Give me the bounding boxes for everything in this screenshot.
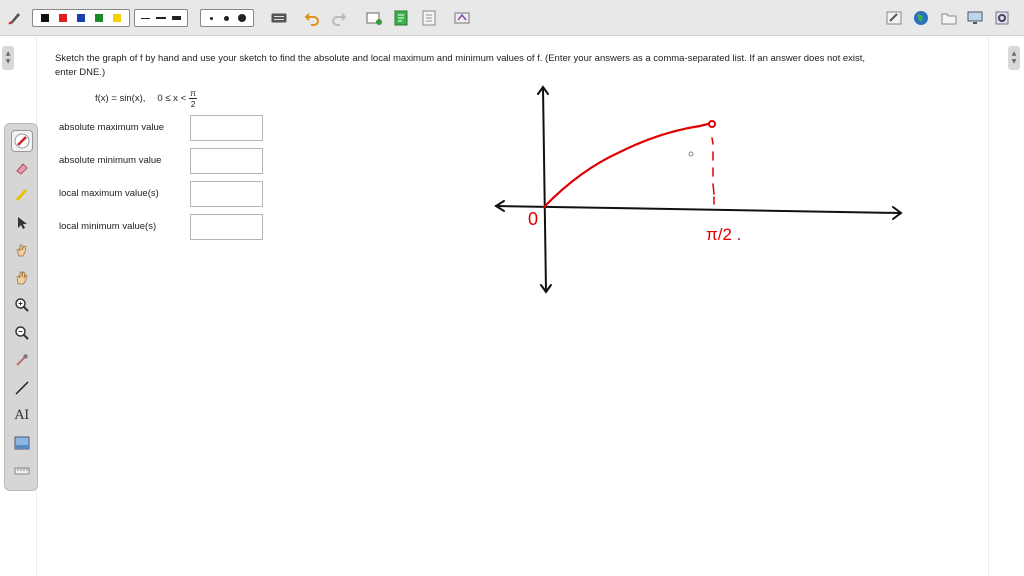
folder-icon[interactable] bbox=[940, 9, 958, 27]
zoom-in-tool-icon[interactable] bbox=[11, 294, 33, 316]
dot-size-group bbox=[200, 9, 254, 27]
top-toolbar bbox=[0, 0, 1024, 36]
eraser-tool-icon[interactable] bbox=[11, 157, 33, 179]
absolute-max-label: absolute maximum value bbox=[59, 122, 165, 133]
answer-row-local-min: local minimum value(s) bbox=[59, 214, 269, 240]
dot-large[interactable] bbox=[238, 14, 246, 22]
line-weight-group bbox=[134, 9, 188, 27]
pi-over-two-label: π/2 . bbox=[706, 225, 741, 244]
answer-row-absolute-min: absolute minimum value bbox=[59, 148, 269, 174]
dashed-drop-line bbox=[711, 137, 715, 205]
color-black[interactable] bbox=[41, 14, 49, 22]
tool-palette: AI bbox=[4, 123, 38, 491]
add-page-icon[interactable] bbox=[365, 9, 383, 27]
absolute-min-label: absolute minimum value bbox=[59, 155, 162, 166]
image-tool-icon[interactable] bbox=[11, 432, 33, 454]
local-max-label: local maximum value(s) bbox=[59, 188, 159, 199]
answer-row-local-max: local maximum value(s) bbox=[59, 181, 269, 207]
redo-icon[interactable] bbox=[330, 9, 348, 27]
color-swatches bbox=[32, 9, 130, 27]
left-scroll-arrows[interactable]: ▲ ▼ bbox=[2, 46, 14, 70]
text-tool-label: AI bbox=[14, 407, 30, 423]
line-thin[interactable] bbox=[141, 17, 151, 19]
function-definition: f(x) = sin(x), 0 ≤ x < π 2 bbox=[95, 88, 197, 109]
keyboard-icon[interactable] bbox=[270, 9, 288, 27]
zoom-out-tool-icon[interactable] bbox=[11, 322, 33, 344]
color-red[interactable] bbox=[59, 14, 67, 22]
text-tool-icon[interactable]: AI bbox=[11, 404, 33, 426]
local-max-input[interactable] bbox=[190, 181, 263, 207]
local-min-label: local minimum value(s) bbox=[59, 221, 157, 232]
pointer-tool-icon[interactable] bbox=[11, 212, 33, 234]
origin-label: 0 bbox=[528, 209, 538, 229]
line-medium[interactable] bbox=[156, 17, 166, 19]
pi-over-two-fraction: π 2 bbox=[189, 88, 197, 109]
open-endpoint bbox=[708, 120, 716, 128]
green-page-icon[interactable] bbox=[392, 9, 410, 27]
eyedropper-tool-icon[interactable] bbox=[11, 349, 33, 371]
function-expression: f(x) = sin(x), bbox=[95, 93, 146, 104]
line-tool-icon[interactable] bbox=[11, 377, 33, 399]
undo-icon[interactable] bbox=[303, 9, 321, 27]
line-thick[interactable] bbox=[171, 16, 181, 20]
color-yellow[interactable] bbox=[113, 14, 121, 22]
highlighter-tool-icon[interactable] bbox=[11, 184, 33, 206]
question-text: Sketch the graph of f by hand and use yo… bbox=[55, 53, 866, 78]
pen-tool-icon[interactable] bbox=[11, 130, 33, 152]
fraction-numerator: π bbox=[189, 88, 197, 99]
clear-icon[interactable] bbox=[453, 9, 471, 27]
edit-icon[interactable] bbox=[885, 9, 903, 27]
monitor-icon[interactable] bbox=[966, 9, 984, 27]
y-axis bbox=[542, 87, 547, 292]
pan-tool-icon[interactable] bbox=[11, 267, 33, 289]
absolute-min-input[interactable] bbox=[190, 148, 263, 174]
document-icon[interactable] bbox=[420, 9, 438, 27]
fraction-denominator: 2 bbox=[190, 99, 196, 109]
color-blue[interactable] bbox=[77, 14, 85, 22]
hand-select-tool-icon[interactable] bbox=[11, 239, 33, 261]
function-domain: 0 ≤ x < bbox=[157, 93, 187, 104]
dot-medium[interactable] bbox=[224, 15, 229, 21]
x-axis bbox=[495, 205, 901, 214]
dot-small[interactable] bbox=[210, 16, 213, 20]
globe-icon[interactable] bbox=[912, 9, 930, 27]
whiteboard-app: ▲ ▼ ▲ ▼ AI Sketch the graph of f by hand… bbox=[0, 0, 1024, 576]
ruler-tool-icon[interactable] bbox=[11, 460, 33, 482]
local-min-input[interactable] bbox=[190, 214, 263, 240]
hand-drawn-sketch: 0 π/2 . bbox=[494, 85, 903, 294]
stray-dot bbox=[688, 151, 694, 157]
answer-row-absolute-max: absolute maximum value bbox=[59, 115, 269, 141]
absolute-max-input[interactable] bbox=[190, 115, 263, 141]
sine-curve bbox=[542, 122, 710, 209]
color-green[interactable] bbox=[95, 14, 103, 22]
pen-settings-icon[interactable] bbox=[6, 9, 24, 27]
right-scroll-arrows[interactable]: ▲ ▼ bbox=[1008, 46, 1020, 70]
settings-icon[interactable] bbox=[993, 9, 1011, 27]
